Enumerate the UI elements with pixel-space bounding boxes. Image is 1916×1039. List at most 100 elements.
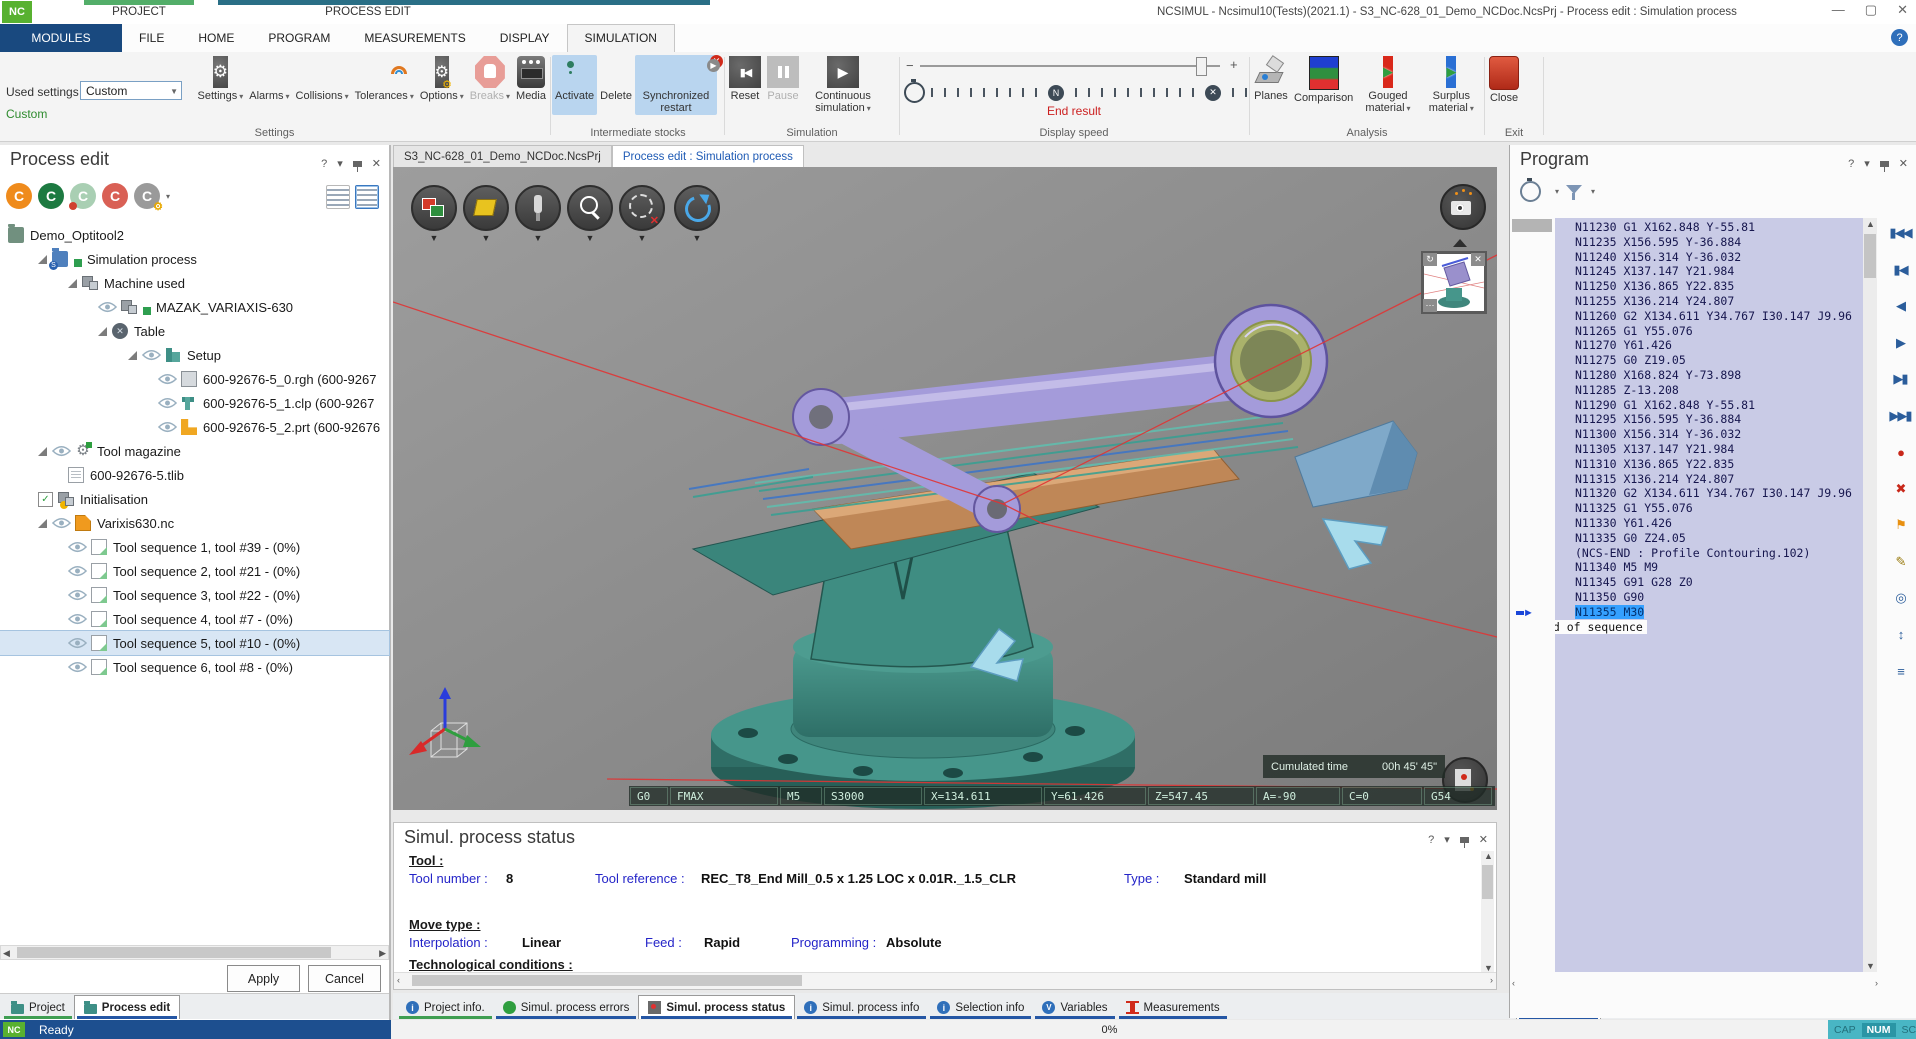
scroll-left-icon[interactable]: ‹	[1512, 978, 1515, 988]
gcode-line[interactable]: N11320 G2 X134.611 Y34.767 I30.147 J9.96	[1575, 486, 1863, 501]
vertical-scrollbar[interactable]: ▲ ▼	[1863, 218, 1877, 972]
expand-icon[interactable]	[38, 519, 47, 528]
ribbon-button[interactable]: Gouged material▾	[1356, 55, 1419, 116]
ribbon-button[interactable]: Comparison	[1291, 55, 1356, 116]
horizontal-scrollbar[interactable]: ◀ ▶	[0, 945, 389, 960]
maximize-icon[interactable]: ▢	[1865, 2, 1877, 18]
tree-row[interactable]: Tool sequence 2, tool #21 - (0%)	[0, 559, 389, 583]
visibility-eye-icon[interactable]	[158, 373, 177, 385]
detail-view-icon[interactable]	[355, 185, 379, 209]
help-icon[interactable]: ?	[1891, 29, 1908, 46]
zoom-icon[interactable]	[567, 185, 613, 231]
cancel-button[interactable]: Cancel	[308, 965, 381, 992]
used-settings-select[interactable]: Custom▼	[80, 81, 182, 100]
go-to-end-icon[interactable]: ▶▶▮	[1885, 398, 1915, 435]
gcode-area[interactable]: N11230 G1 X162.848 Y-55.81 N11235 X156.5…	[1555, 218, 1863, 972]
panel-tab[interactable]: Variables	[1033, 996, 1116, 1019]
gcode-line[interactable]: N11355 M30	[1575, 605, 1863, 620]
chevron-down-icon[interactable]: ▾	[286, 92, 290, 101]
list-view-icon[interactable]	[326, 185, 350, 209]
scroll-right-icon[interactable]: ›	[1875, 978, 1878, 988]
chevron-down-icon[interactable]: ▾	[506, 92, 510, 101]
gcode-line[interactable]: N11310 X136.865 Y22.835	[1575, 457, 1863, 472]
horizontal-scrollbar[interactable]: ‹ ›	[1512, 978, 1878, 993]
visibility-eye-icon[interactable]	[158, 421, 177, 433]
gcode-line[interactable]: N11280 X168.824 Y-73.898	[1575, 368, 1863, 383]
ribbon-button[interactable]: Delete	[597, 55, 635, 115]
panel-tab[interactable]: Selection info	[928, 996, 1033, 1019]
panel-tab[interactable]: Simul. process info	[795, 996, 928, 1019]
ribbon-button[interactable]: Planes	[1251, 55, 1291, 116]
selection-icon[interactable]	[619, 185, 665, 231]
close-icon[interactable]: ✕	[1479, 833, 1488, 846]
close-icon[interactable]: ✕	[1899, 157, 1908, 170]
rotate-view-icon[interactable]	[674, 185, 720, 231]
chevron-down-icon[interactable]: ▾	[1407, 104, 1411, 113]
tree-row[interactable]: Demo_Optitool2	[0, 223, 389, 247]
chevron-down-icon[interactable]: ▼	[170, 82, 178, 101]
apply-button[interactable]: Apply	[227, 965, 300, 992]
scrollbar-thumb[interactable]	[17, 947, 331, 958]
play-icon[interactable]: ▶	[1885, 325, 1915, 362]
gcode-line[interactable]: N11345 G91 G28 Z0	[1575, 575, 1863, 590]
scroll-sync-icon[interactable]: ↕	[1885, 617, 1915, 654]
normal-speed-button[interactable]: N	[1048, 85, 1064, 101]
gcode-line[interactable]: N11285 Z-13.208	[1575, 383, 1863, 398]
modules-tab[interactable]: MODULES	[0, 24, 122, 52]
gcode-line[interactable]: N11290 G1 X162.848 Y-55.81	[1575, 398, 1863, 413]
minimize-icon[interactable]: —	[1832, 2, 1845, 18]
stopwatch-icon[interactable]	[904, 82, 925, 103]
scroll-left-icon[interactable]: ◀	[3, 947, 10, 960]
speed-plus-button[interactable]: +	[1230, 57, 1238, 72]
recalculate-green-icon[interactable]: C	[38, 183, 64, 209]
timing-icon[interactable]	[1520, 181, 1541, 202]
ribbon-button[interactable]: Media	[513, 55, 549, 104]
select-block-icon[interactable]: ◎	[1885, 580, 1915, 617]
pin-icon[interactable]	[1460, 837, 1469, 843]
panel-tab[interactable]: Project info.	[397, 996, 494, 1019]
chevron-down-icon[interactable]: ▼	[463, 233, 509, 243]
ribbon-button[interactable]: Options▾	[417, 55, 467, 104]
speed-minus-button[interactable]: −	[906, 58, 914, 73]
tree-row[interactable]: Tool sequence 5, tool #10 - (0%)	[0, 631, 389, 655]
tree-row[interactable]: Tool sequence 3, tool #22 - (0%)	[0, 583, 389, 607]
context-tab-project[interactable]: PROJECT	[84, 6, 194, 18]
close-icon[interactable]: ✕	[372, 157, 381, 170]
stock-display-icon[interactable]	[463, 185, 509, 231]
horizontal-scrollbar[interactable]: ‹ ›	[394, 972, 1496, 989]
help-icon[interactable]: ?	[1848, 158, 1854, 170]
filter-icon[interactable]	[1565, 183, 1583, 201]
scrollbar-thumb[interactable]	[1482, 865, 1493, 899]
menu-tab[interactable]: PROGRAM	[251, 24, 347, 52]
tree-row[interactable]: Setup	[0, 343, 389, 367]
chevron-down-icon[interactable]: ▾	[166, 192, 170, 201]
chevron-down-icon[interactable]: ▼	[619, 233, 665, 243]
display-mode-icon[interactable]	[411, 185, 457, 231]
recalculate-all-icon[interactable]: C	[6, 183, 32, 209]
more-options-icon[interactable]: ⋯	[1423, 299, 1437, 312]
document-tab[interactable]: S3_NC-628_01_Demo_NCDoc.NcsPrj	[393, 145, 612, 169]
ribbon-button[interactable]: Pause	[764, 55, 802, 116]
visibility-eye-icon[interactable]	[68, 661, 87, 673]
chevron-down-icon[interactable]: ▾	[867, 104, 871, 113]
panel-tab[interactable]: Measurements	[1117, 996, 1229, 1019]
ribbon-button[interactable]: Synchronized restart	[635, 55, 717, 115]
visibility-eye-icon[interactable]	[68, 589, 87, 601]
menu-tab[interactable]: HOME	[181, 24, 251, 52]
tree-row[interactable]: Tool sequence 6, tool #8 - (0%)	[0, 655, 389, 679]
ribbon-button[interactable]: Breaks▾	[467, 55, 513, 104]
scrollbar-thumb[interactable]	[412, 975, 802, 986]
visibility-eye-icon[interactable]	[68, 613, 87, 625]
gcode-line[interactable]: N11335 G0 Z24.05	[1575, 531, 1863, 546]
gcode-line[interactable]: N11235 X156.595 Y-36.884	[1575, 235, 1863, 250]
chevron-down-icon[interactable]: ▼	[515, 233, 561, 243]
panel-tab[interactable]: Project	[2, 996, 74, 1019]
chevron-down-icon[interactable]: ▾	[1591, 187, 1595, 196]
menu-tab[interactable]: SIMULATION	[567, 24, 675, 53]
remove-breakpoint-icon[interactable]: ✖	[1885, 471, 1915, 508]
gcode-line[interactable]: N11270 Y61.426	[1575, 338, 1863, 353]
visibility-eye-icon[interactable]	[98, 301, 117, 313]
gcode-line[interactable]: N11230 G1 X162.848 Y-55.81	[1575, 220, 1863, 235]
gcode-line[interactable]: N11250 X136.865 Y22.835	[1575, 279, 1863, 294]
gcode-line[interactable]: N11325 G1 Y55.076	[1575, 501, 1863, 516]
